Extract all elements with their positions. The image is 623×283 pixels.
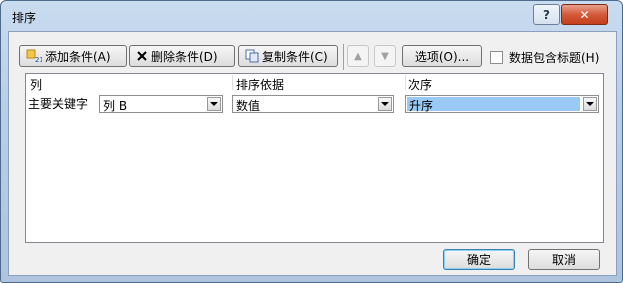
close-icon: ✕ [579,7,590,22]
options-label: 选项(O)... [414,49,470,64]
primary-key-label: 主要关键字 [28,97,89,111]
cancel-button[interactable]: 取消 [528,249,600,270]
toolbar-separator [343,44,344,70]
sort-on-header: 排序依据 [236,78,285,92]
add-condition-icon: 21 [26,49,42,63]
svg-text:21: 21 [35,56,42,63]
dialog-title: 排序 [12,11,37,25]
sort-conditions-grid: 列 排序依据 次序 主要关键字 列 B 数值 升序 [25,73,604,243]
move-up-button[interactable]: ▲ [347,45,369,67]
sort-on-select[interactable]: 数值 [232,95,394,113]
column-select-value: 列 B [103,99,128,113]
arrow-down-icon: ▼ [381,50,389,62]
chevron-down-icon[interactable] [207,97,221,111]
move-down-button[interactable]: ▼ [374,45,396,67]
close-button[interactable]: ✕ [561,4,608,25]
header-checkbox-label: 数据包含标题(H) [509,51,600,65]
dialog-body: 21 添加条件(A) 删除条件(D) 复制条件(C) ▲ ▼ 选项(O)... … [8,31,617,276]
title-bar[interactable]: 排序 ? ✕ [1,1,622,31]
header-checkbox[interactable] [490,51,503,64]
chevron-down-icon[interactable] [583,97,597,111]
delete-condition-label: 删除条件(D) [151,49,218,64]
sort-dialog: 排序 ? ✕ 21 添加条件(A) 删除条件(D) 复制条件(C) ▲ ▼ 选项… [0,0,623,283]
add-condition-button[interactable]: 21 添加条件(A) [19,45,127,67]
ok-button[interactable]: 确定 [443,249,515,270]
add-condition-label: 添加条件(A) [45,49,111,64]
header-checkbox-row[interactable]: 数据包含标题(H) [490,49,599,66]
delete-condition-button[interactable]: 删除条件(D) [129,45,235,67]
copy-condition-button[interactable]: 复制条件(C) [238,45,338,67]
header-divider [232,75,233,90]
order-header: 次序 [408,78,433,92]
delete-x-icon [136,50,148,62]
column-select[interactable]: 列 B [99,95,223,113]
chevron-down-icon[interactable] [378,97,392,111]
copy-icon [245,49,259,63]
column-header: 列 [30,78,43,92]
order-select-value: 升序 [407,97,580,113]
header-divider [405,75,406,90]
sort-on-select-value: 数值 [236,99,261,113]
order-select[interactable]: 升序 [405,95,599,113]
arrow-up-icon: ▲ [354,50,362,62]
options-button[interactable]: 选项(O)... [402,45,482,67]
help-button[interactable]: ? [533,4,560,25]
copy-condition-label: 复制条件(C) [262,49,328,64]
